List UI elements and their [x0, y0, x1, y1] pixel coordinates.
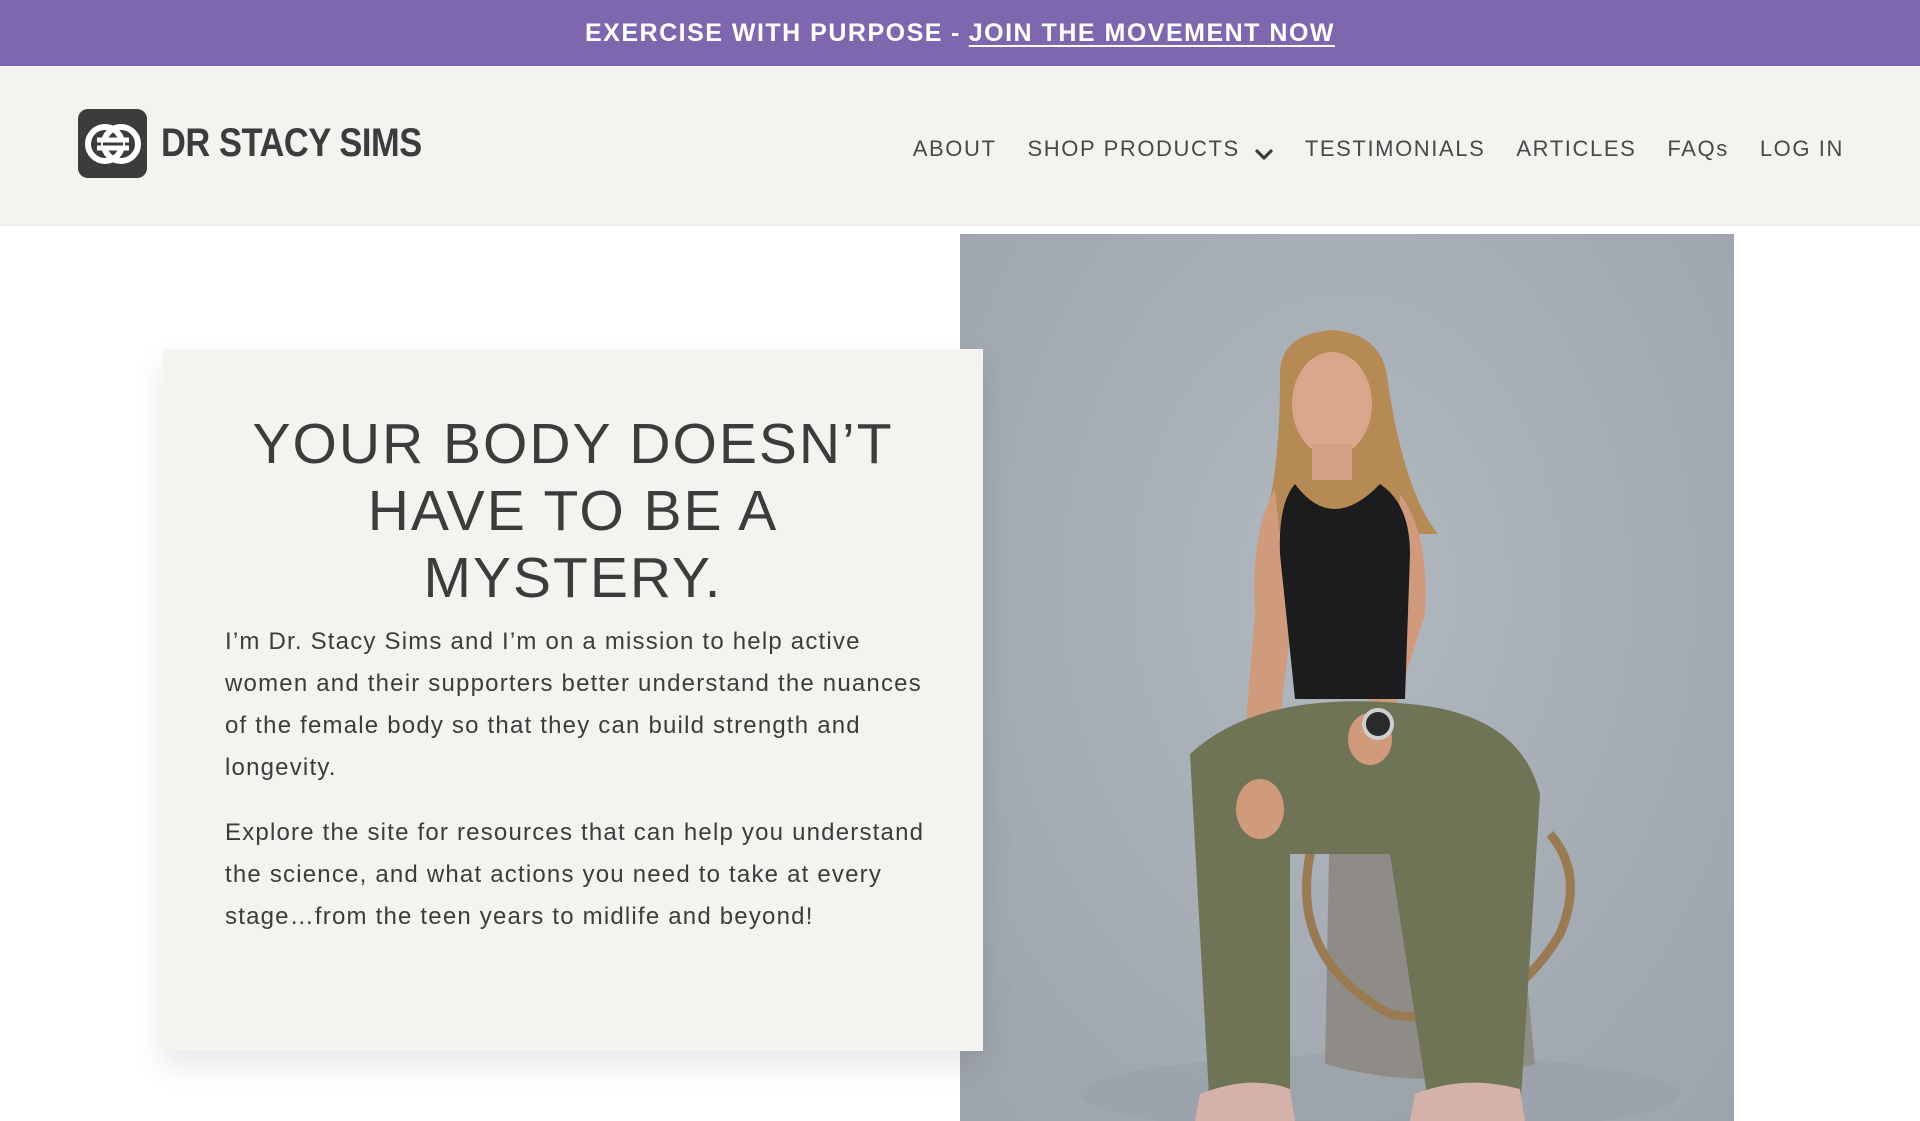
brand-name: DR STACY SIMS	[161, 121, 422, 165]
announcement-text: EXERCISE WITH PURPOSE	[584, 18, 943, 47]
hero-heading-line-1: YOUR BODY DOESN’T	[252, 412, 894, 476]
nav-shop-products[interactable]: SHOP PRODUCTS	[1028, 136, 1274, 162]
nav-shop-products-label: SHOP PRODUCTS	[1027, 136, 1240, 161]
main-nav: ABOUT SHOP PRODUCTS TESTIMONIALS ARTICLE…	[913, 132, 1844, 166]
hero-heading: YOUR BODY DOESN’T HAVE TO BE A MYSTERY.	[203, 411, 943, 612]
hero-intro-paragraph: I’m Dr. Stacy Sims and I’m on a mission …	[225, 628, 922, 781]
nav-articles-label: ARTICLES	[1516, 136, 1637, 161]
nav-testimonials[interactable]: TESTIMONIALS	[1305, 136, 1486, 162]
hero-card: YOUR BODY DOESN’T HAVE TO BE A MYSTERY. …	[163, 349, 983, 1051]
site-header: DR STACY SIMS ABOUT SHOP PRODUCTS TESTIM…	[0, 66, 1920, 226]
hero-explore-paragraph: Explore the site for resources that can …	[225, 819, 925, 930]
hero-heading-line-2: HAVE TO BE A	[367, 479, 779, 543]
nav-log-in[interactable]: LOG IN	[1760, 136, 1844, 162]
site-logo[interactable]: DR STACY SIMS	[78, 109, 464, 178]
announcement-bar: EXERCISE WITH PURPOSE - JOIN THE MOVEMEN…	[0, 0, 1920, 66]
hero-photo	[960, 234, 1734, 1121]
nav-log-in-label: LOG IN	[1759, 136, 1844, 161]
ss-monogram-icon	[78, 109, 147, 178]
hero-heading-line-3: MYSTERY.	[423, 546, 723, 610]
join-movement-link[interactable]: JOIN THE MOVEMENT NOW	[969, 19, 1335, 48]
nav-testimonials-label: TESTIMONIALS	[1304, 136, 1486, 161]
nav-about-label: ABOUT	[912, 136, 997, 161]
chevron-down-icon	[1254, 142, 1274, 160]
nav-about[interactable]: ABOUT	[913, 136, 997, 162]
nav-faqs[interactable]: FAQs	[1667, 136, 1728, 162]
announcement-separator: -	[950, 18, 961, 47]
nav-articles[interactable]: ARTICLES	[1516, 136, 1636, 162]
nav-faqs-label: FAQs	[1667, 136, 1729, 161]
